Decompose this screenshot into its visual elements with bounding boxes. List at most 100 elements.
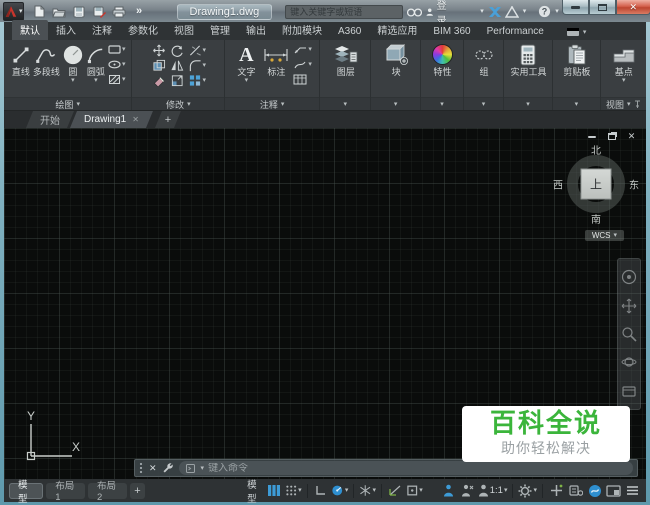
viewcube-west-label[interactable]: 西 [553, 177, 563, 192]
doc-restore-button[interactable] [605, 131, 618, 142]
graphics-performance-button[interactable] [586, 482, 603, 499]
drawing-canvas[interactable]: 北 南 西 东 上 WCS [4, 128, 646, 479]
annotation-scale-button[interactable]: 1:1 [478, 482, 508, 499]
viewcube-south-label[interactable]: 南 [591, 211, 601, 226]
panel-title-view[interactable]: 视图 [600, 97, 646, 110]
ribbon-collapse-button[interactable] [562, 27, 591, 40]
ribbon-tab-addins[interactable]: 附加模块 [274, 20, 330, 40]
snap-arrow-icon[interactable] [298, 487, 302, 494]
panel-title-annotation[interactable]: 注释 [225, 97, 320, 110]
search-button[interactable] [407, 6, 423, 17]
ribbon-tab-output[interactable]: 输出 [238, 20, 274, 40]
scale-arrow-icon[interactable] [504, 487, 508, 494]
isodraft-arrow-icon[interactable] [373, 487, 377, 494]
grid-display-toggle[interactable] [266, 482, 283, 499]
panel-title-block[interactable] [371, 97, 420, 110]
qat-more-button[interactable] [131, 4, 148, 20]
wcs-menu[interactable]: WCS [584, 230, 624, 241]
viewcube-east-label[interactable]: 东 [629, 177, 639, 192]
text-tool-button[interactable]: 文字 [233, 42, 259, 84]
utilities-button[interactable]: 实用工具 [510, 42, 546, 77]
doc-minimize-button[interactable] [585, 131, 598, 142]
isodraft-toggle[interactable] [359, 482, 376, 499]
panel-title-properties[interactable] [420, 97, 464, 110]
circle-tool-button[interactable]: 圆 [62, 42, 84, 84]
layout-tab-layout2[interactable]: 布局2 [88, 481, 127, 503]
polar-tracking-toggle[interactable] [331, 482, 348, 499]
ribbon-tab-insert[interactable]: 插入 [48, 20, 84, 40]
polyline-tool-button[interactable]: 多段线 [33, 42, 60, 77]
ribbon-tab-parametric[interactable]: 参数化 [120, 20, 166, 40]
viewcube-north-label[interactable]: 北 [591, 142, 601, 157]
doc-close-button[interactable] [625, 131, 638, 142]
navigation-bar[interactable] [617, 258, 641, 410]
ribbon-tab-home[interactable]: 默认 [12, 20, 48, 40]
arc-tool-button[interactable]: 圆弧 [86, 42, 106, 84]
properties-button[interactable]: 特性 [432, 42, 454, 77]
erase-tool-button[interactable] [152, 74, 166, 87]
ribbon-tab-performance[interactable]: Performance [479, 24, 552, 40]
insert-block-button[interactable]: 块 [384, 42, 409, 77]
hatch-tool-button[interactable] [108, 73, 126, 86]
dimension-tool-button[interactable]: 标注 [261, 42, 291, 77]
fillet-tool-button[interactable] [188, 59, 207, 72]
plot-button[interactable] [111, 4, 128, 20]
open-file-button[interactable] [51, 4, 68, 20]
ribbon-tab-bim360[interactable]: BIM 360 [425, 24, 478, 40]
ellipse-tool-button[interactable] [108, 58, 126, 71]
annotation-scale-value[interactable]: 1:1 [490, 485, 503, 496]
viewcube-top-face[interactable]: 上 [580, 168, 612, 200]
save-button[interactable] [71, 4, 88, 20]
mirror-tool-button[interactable] [170, 59, 184, 72]
panel-title-modify[interactable]: 修改 [132, 97, 225, 110]
a360-button[interactable] [504, 5, 519, 18]
scale-tool-button[interactable] [170, 74, 184, 87]
viewcube[interactable]: 北 南 西 东 上 [553, 142, 639, 226]
panel-title-draw[interactable]: 绘图 [4, 97, 132, 110]
snap-mode-toggle[interactable] [285, 482, 302, 499]
app-menu-button[interactable] [3, 2, 24, 21]
copy-tool-button[interactable] [152, 59, 166, 72]
customize-button[interactable] [624, 482, 641, 499]
paste-button[interactable]: 剪贴板 [563, 42, 590, 77]
layer-properties-button[interactable]: 图层 [334, 42, 358, 77]
polar-arrow-icon[interactable] [345, 487, 349, 494]
table-tool-button[interactable] [293, 73, 312, 86]
window-maximize-button[interactable] [588, 0, 616, 15]
array-tool-button[interactable] [188, 74, 207, 87]
leader-tool-button[interactable] [293, 43, 312, 56]
rectangle-tool-button[interactable] [108, 43, 126, 56]
annotation-monitor-button[interactable] [548, 482, 565, 499]
osnap-arrow-icon[interactable] [419, 487, 423, 494]
ucs-icon[interactable]: Y X [14, 409, 86, 465]
panel-title-groups[interactable] [464, 97, 503, 110]
group-button[interactable]: 组 [474, 42, 494, 77]
clean-screen-button[interactable] [605, 482, 622, 499]
panel-title-utilities[interactable] [503, 97, 553, 110]
annotation-visibility-toggle[interactable] [440, 482, 457, 499]
line-tool-button[interactable]: 直线 [11, 42, 31, 77]
exchange-apps-button[interactable] [488, 6, 501, 18]
command-input[interactable] [208, 462, 626, 474]
command-input-wrap[interactable] [178, 461, 633, 475]
search-input[interactable] [285, 4, 404, 19]
layout-tab-layout1[interactable]: 布局1 [46, 481, 86, 503]
ribbon-tab-annotate[interactable]: 注释 [84, 20, 120, 40]
tab-close-icon[interactable] [132, 115, 139, 124]
workspace-arrow-icon[interactable] [533, 487, 537, 494]
save-as-button[interactable] [91, 4, 108, 20]
ortho-toggle[interactable] [312, 482, 329, 499]
mleader-tool-button[interactable] [293, 58, 312, 71]
rotate-tool-button[interactable] [170, 44, 184, 57]
window-minimize-button[interactable] [561, 0, 589, 15]
model-space-toggle[interactable]: 模型 [244, 477, 263, 505]
new-drawing-tab-button[interactable] [155, 111, 181, 128]
ribbon-tab-featured-apps[interactable]: 精选应用 [369, 20, 425, 40]
help-button[interactable]: ? [538, 5, 551, 18]
units-quickproperties-button[interactable] [567, 482, 584, 499]
panel-title-clipboard[interactable] [553, 97, 600, 110]
file-tab-start[interactable]: 开始 [26, 111, 74, 128]
command-customize-wrench-icon[interactable] [162, 462, 174, 474]
ribbon-tab-manage[interactable]: 管理 [202, 20, 238, 40]
layout-tab-model[interactable]: 模型 [9, 480, 44, 505]
